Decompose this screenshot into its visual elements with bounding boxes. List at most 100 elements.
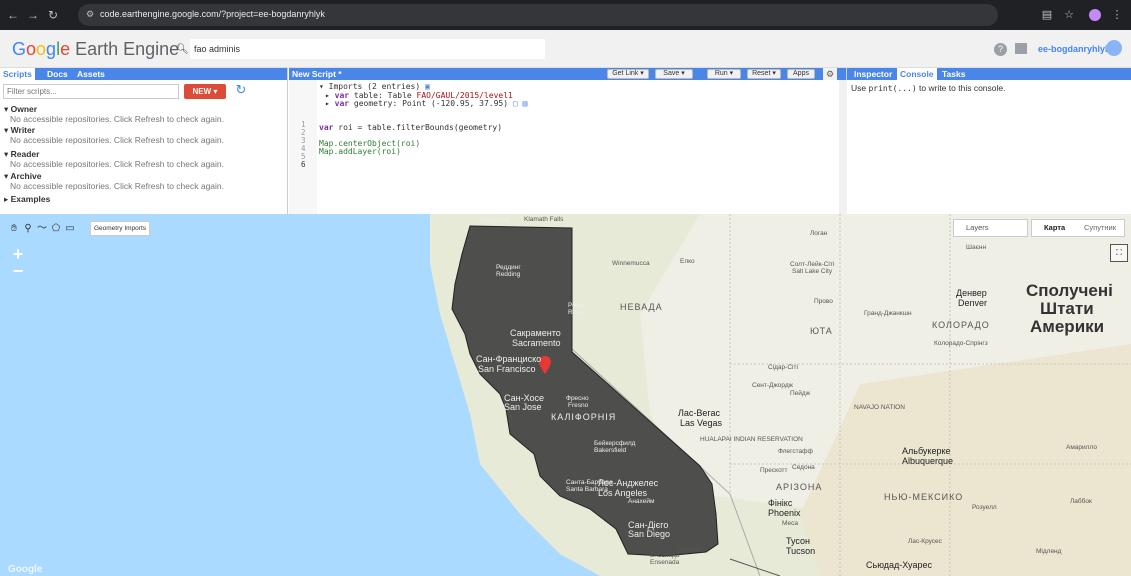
map-label: Сакраменто [510,328,561,338]
editor-toolbar: New Script * Get Link ▾ Save ▾ Run ▾ Res… [289,68,846,80]
tab-docs[interactable]: Docs [44,68,71,80]
reload-icon[interactable]: ↻ [46,8,60,22]
imports-header[interactable]: ▾ Imports (2 entries) ▣ [319,82,430,91]
polyline-icon[interactable]: 〜 [36,222,48,236]
map-label: Рено [568,302,583,309]
map-label: HUALAPAI INDIAN RESERVATION [700,436,803,443]
fullscreen-icon[interactable]: ⛶ [1110,244,1128,262]
polygon-icon[interactable]: ⬠ [50,222,62,236]
geometry-imports-button[interactable]: Geometry Imports [90,221,150,236]
map-label: NAVAJO NATION [854,404,905,411]
left-tabs: Scripts Docs Assets [0,68,287,80]
map-label: Тусон [786,536,810,546]
gear-icon[interactable]: ⚙ [823,68,837,80]
script-title[interactable]: New Script * [292,68,342,80]
map-label: Ensenada [650,559,680,566]
marker-icon[interactable]: ⚲ [22,222,34,236]
code-line-5[interactable]: Map.addLayer(roi) [319,147,401,156]
map-label: Denver [958,298,988,308]
map-label: Амарилло [1066,444,1097,451]
map-label: Лос-Анджелес [598,478,659,488]
console-hint: Use print(...) to write to this console. [851,83,1006,93]
map-label: НЕВАДА [620,302,663,312]
map-label: Реддинг [496,264,521,271]
map-label: Денвер [956,288,987,298]
map-canvas[interactable]: Медфорд Klamath Falls Реддинг Redding Ре… [0,214,1131,576]
map-label: San Francisco [478,364,536,374]
map-label: Los Angeles [598,488,648,498]
map-label: Reno [568,309,584,316]
map-type-satellite[interactable]: Супутник [1084,220,1116,236]
zoom-out-button[interactable]: − [8,262,28,280]
map-label: Лас-Вегас [678,408,721,418]
map-label: Анахейм [628,498,655,505]
drawing-tools: ✋︎ ⚲ 〜 ⬠ ▭ [8,222,88,236]
map-label: Albuquerque [902,456,954,466]
right-tabs: Inspector Console Tasks [847,68,1131,80]
layers-button[interactable]: Layers [953,219,1028,237]
user-avatar[interactable] [1106,40,1122,56]
map-label: Bakersfield [594,447,627,454]
save-button[interactable]: Save ▾ [655,69,693,79]
map-label: Шаєнн [966,244,987,251]
console-panel: Inspector Console Tasks Use print(...) t… [847,68,1131,214]
hand-pan-icon[interactable]: ✋︎ [8,222,20,236]
back-icon[interactable]: ← [6,8,20,22]
map-label: Мідленд [1036,548,1062,555]
earth-engine-logo[interactable]: Google Earth Engine [12,39,179,60]
map-label: НЬЮ-МЕКСИКО [884,492,964,502]
tab-scripts[interactable]: Scripts [0,68,35,80]
refresh-icon[interactable]: ↻ [234,83,248,97]
site-settings-icon[interactable]: ⚙ [84,8,96,20]
map-label: Елко [680,258,695,265]
user-project-name[interactable]: ee-bogdanryhlyk [1038,44,1110,54]
tab-inspector[interactable]: Inspector [851,68,895,80]
section-examples[interactable]: ▸ Examples [4,194,50,205]
tab-assets[interactable]: Assets [74,68,108,80]
editor-scrollbar[interactable] [839,80,847,214]
help-icon[interactable]: ? [994,43,1007,56]
translate-icon[interactable]: ▤ [1040,8,1054,22]
feedback-icon[interactable] [1015,43,1027,54]
map-label: Мехікалі [678,546,704,553]
code-editor-panel: New Script * Get Link ▾ Save ▾ Run ▾ Res… [289,68,847,214]
map-label: Phoenix [768,508,801,518]
section-owner-msg: No accessible repositories. Click Refres… [10,114,225,124]
map-label: Бейкерсфилд [594,440,636,447]
run-button[interactable]: Run ▾ [707,69,741,79]
rectangle-icon[interactable]: ▭ [64,222,76,236]
map-label: Логан [810,230,828,237]
map-label: Сан-Франциско [476,354,542,364]
tab-console[interactable]: Console [897,68,937,80]
map-label: Солт-Лейк-Сіті [790,261,835,268]
new-script-button[interactable]: NEW ▾ [184,84,226,99]
map-label: Лаббок [1070,498,1092,505]
search-icon: 🔍︎ [176,44,189,55]
map-label: Tucson [786,546,816,556]
map-label: Седона [792,464,815,471]
map-label: Сьюдад-Хуарес [866,560,932,570]
map-label: Сполучені [1026,281,1113,300]
url-text[interactable]: code.earthengine.google.com/?project=ee-… [100,9,325,19]
map-label: Флегстафф [778,448,813,455]
map-label: Сент-Джордж [752,382,794,389]
map-label: Гранд-Джанкшн [864,310,912,317]
map-label: Winnemucca [612,260,650,267]
map-label: КОЛОРАДО [932,320,990,330]
get-link-button[interactable]: Get Link ▾ [607,69,649,79]
reset-button[interactable]: Reset ▾ [747,69,781,79]
import-geometry[interactable]: ▸ var geometry: Point (-120.95, 37.95) ▢… [325,99,527,108]
filter-scripts-input[interactable] [3,84,179,99]
section-writer-msg: No accessible repositories. Click Refres… [10,135,225,145]
profile-avatar[interactable] [1089,9,1101,21]
map-type-control: Карта Супутник [1031,219,1125,237]
bookmark-star-icon[interactable]: ☆ [1062,8,1076,22]
tab-tasks[interactable]: Tasks [939,68,968,80]
forward-icon[interactable]: → [26,8,40,22]
search-input[interactable] [190,39,545,59]
apps-button[interactable]: Apps [787,69,815,79]
map-label: Прескотт [760,467,788,474]
code-line-2[interactable]: var roi = table.filterBounds(geometry) [319,123,502,132]
map-type-map[interactable]: Карта [1044,220,1065,236]
more-menu-icon[interactable]: ⋮ [1110,8,1124,22]
